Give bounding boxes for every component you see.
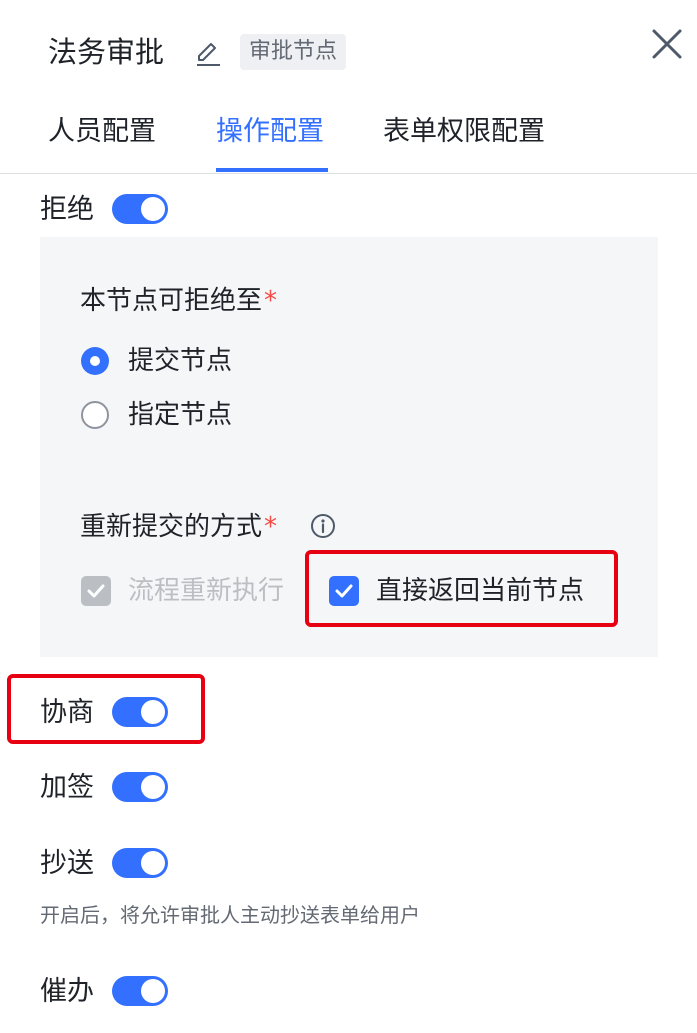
checkbox-restart-flow [81, 576, 111, 606]
radio-specified-node[interactable] [81, 401, 109, 429]
urge-toggle[interactable] [112, 976, 168, 1006]
cc-label: 抄送 [40, 848, 94, 879]
tab-form-permission-config[interactable]: 表单权限配置 [383, 110, 545, 154]
edit-icon[interactable] [193, 38, 223, 68]
toggle-knob [141, 197, 165, 221]
panel-title: 法务审批 [48, 35, 165, 69]
urge-label: 催办 [40, 976, 94, 1007]
toggle-knob [141, 979, 165, 1003]
reject-label: 拒绝 [40, 194, 94, 225]
check-icon [87, 584, 105, 598]
checkbox-restart-flow-label: 流程重新执行 [128, 576, 285, 606]
resubmit-method-label: 重新提交的方式* [80, 512, 278, 542]
highlight-box-return-option [305, 550, 618, 627]
tab-operation-config[interactable]: 操作配置 [216, 110, 324, 154]
reject-toggle[interactable] [112, 194, 168, 224]
toggle-knob [141, 851, 165, 875]
reject-target-label: 本节点可拒绝至* [80, 286, 278, 316]
close-icon[interactable] [648, 25, 686, 63]
node-type-tag: 审批节点 [240, 34, 347, 70]
active-tab-indicator [216, 168, 328, 172]
info-icon[interactable] [310, 513, 336, 539]
tab-personnel-config[interactable]: 人员配置 [48, 110, 156, 154]
cc-hint: 开启后，将允许审批人主动抄送表单给用户 [40, 903, 420, 927]
radio-submit-node-label[interactable]: 提交节点 [128, 341, 232, 381]
radio-submit-node[interactable] [81, 347, 109, 375]
highlight-box-negotiate [7, 674, 205, 744]
cc-toggle[interactable] [112, 848, 168, 878]
required-mark: * [264, 512, 278, 542]
required-mark: * [264, 286, 278, 316]
tabs-divider [0, 173, 697, 174]
radio-specified-node-label[interactable]: 指定节点 [128, 395, 232, 435]
add-sign-label: 加签 [40, 772, 94, 803]
add-sign-toggle[interactable] [112, 772, 168, 802]
toggle-knob [141, 775, 165, 799]
